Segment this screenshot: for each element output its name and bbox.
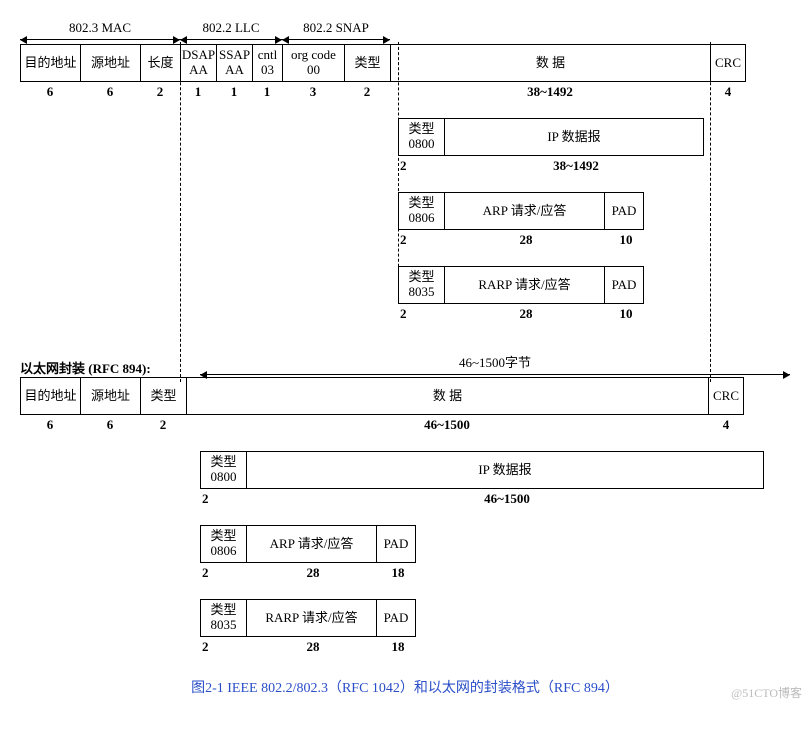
- eth-sizes: 66246~15004: [20, 415, 790, 433]
- eth-payload-field: PAD: [376, 599, 416, 637]
- eth-payload-8035: 类型 8035RARP 请求/应答PAD 22818: [200, 599, 790, 655]
- ieee-payload-size: 10: [606, 230, 646, 248]
- ieee-payload-field: ARP 请求/应答: [444, 192, 604, 230]
- ieee-payload-size: 2: [398, 230, 446, 248]
- ieee-payload-sizes: 22810: [398, 304, 790, 322]
- eth-label: 以太网封装 (RFC 894):: [20, 358, 200, 377]
- eth-payload-size: 28: [248, 637, 378, 655]
- eth-payload-0800: 类型 0800IP 数据报 246~1500: [200, 451, 790, 507]
- eth-size: 6: [80, 415, 140, 433]
- eth-payload-size: 46~1500: [248, 489, 766, 507]
- ieee-field: 源地址: [80, 44, 140, 82]
- ieee-size: 2: [344, 82, 390, 100]
- eth-field: CRC: [708, 377, 744, 415]
- eth-payload-size: 2: [200, 637, 248, 655]
- eth-size: 46~1500: [186, 415, 708, 433]
- dashed-divider-left: [180, 42, 181, 382]
- ieee-payload-8035: 类型 8035RARP 请求/应答PAD 22810: [398, 266, 790, 322]
- ieee-row: 目的地址源地址长度DSAP AASSAP AAcntl 03org code 0…: [20, 44, 790, 82]
- eth-payload-field: 类型 0800: [200, 451, 246, 489]
- ieee-size: 1: [252, 82, 282, 100]
- ieee-payload-size: 2: [398, 304, 446, 322]
- ieee-size: 1: [216, 82, 252, 100]
- eth-payload-sizes: 22818: [200, 637, 790, 655]
- dashed-divider-mid: [398, 42, 399, 297]
- watermark: @51CTO博客: [731, 684, 802, 701]
- eth-payload-size: 18: [378, 637, 418, 655]
- ieee-section-headers: 802.3 MAC 802.2 LLC 802.2 SNAP: [20, 20, 790, 42]
- section-snap: 802.2 SNAP: [282, 20, 390, 42]
- eth-field: 目的地址: [20, 377, 80, 415]
- ieee-field: 长度: [140, 44, 180, 82]
- eth-payload-size: 2: [200, 489, 248, 507]
- section-llc: 802.2 LLC: [180, 20, 282, 42]
- eth-payload-row: 类型 8035RARP 请求/应答PAD: [200, 599, 790, 637]
- figure-caption: 图2-1 IEEE 802.2/802.3（RFC 1042）和以太网的封装格式…: [20, 677, 790, 697]
- ieee-field: 目的地址: [20, 44, 80, 82]
- ieee-payload-field: 类型 0800: [398, 118, 444, 156]
- eth-payload-sizes: 22818: [200, 563, 790, 581]
- ieee-size: 6: [80, 82, 140, 100]
- eth-payload-row: 类型 0800IP 数据报: [200, 451, 790, 489]
- eth-field: 源地址: [80, 377, 140, 415]
- eth-payload-sizes: 246~1500: [200, 489, 790, 507]
- ieee-payload-0800: 类型 0800IP 数据报 238~1492: [398, 118, 790, 174]
- eth-size: 4: [708, 415, 744, 433]
- eth-field: 数 据: [186, 377, 708, 415]
- eth-row: 目的地址源地址类型数 据CRC: [20, 377, 790, 415]
- eth-size: 6: [20, 415, 80, 433]
- ieee-payload-field: 类型 0806: [398, 192, 444, 230]
- ieee-size: 2: [140, 82, 180, 100]
- ieee-payload-0806: 类型 0806ARP 请求/应答PAD 22810: [398, 192, 790, 248]
- ieee-payload-size: 38~1492: [446, 156, 706, 174]
- ieee-sizes: 6621113238~14924: [20, 82, 790, 100]
- ieee-payload-row: 类型 0800IP 数据报: [398, 118, 790, 156]
- ieee-payload-row: 类型 0806ARP 请求/应答PAD: [398, 192, 790, 230]
- ieee-payload-field: PAD: [604, 192, 644, 230]
- section-mac: 802.3 MAC: [20, 20, 180, 42]
- ieee-field: DSAP AA: [180, 44, 216, 82]
- ieee-payload-size: 28: [446, 304, 606, 322]
- dashed-divider-right: [710, 42, 711, 382]
- ieee-payload-size: 10: [606, 304, 646, 322]
- eth-payload-field: ARP 请求/应答: [246, 525, 376, 563]
- eth-payload-field: 类型 8035: [200, 599, 246, 637]
- eth-payload-field: IP 数据报: [246, 451, 764, 489]
- ieee-payload-sizes: 238~1492: [398, 156, 790, 174]
- ieee-payload-field: IP 数据报: [444, 118, 704, 156]
- ieee-payload-size: 2: [398, 156, 446, 174]
- ieee-size: 38~1492: [390, 82, 710, 100]
- ieee-payload-field: RARP 请求/应答: [444, 266, 604, 304]
- eth-field: 类型: [140, 377, 186, 415]
- ieee-field: cntl 03: [252, 44, 282, 82]
- eth-payload-size: 28: [248, 563, 378, 581]
- ieee-field: org code 00: [282, 44, 344, 82]
- eth-payload-field: PAD: [376, 525, 416, 563]
- ieee-payload-field: PAD: [604, 266, 644, 304]
- ieee-field: 类型: [344, 44, 390, 82]
- ieee-payload-field: 类型 8035: [398, 266, 444, 304]
- ieee-field: SSAP AA: [216, 44, 252, 82]
- eth-data-span: 46~1500字节: [200, 352, 790, 377]
- eth-payload-field: 类型 0806: [200, 525, 246, 563]
- eth-payload-size: 2: [200, 563, 248, 581]
- ieee-field: CRC: [710, 44, 746, 82]
- ieee-size: 4: [710, 82, 746, 100]
- ieee-payload-row: 类型 8035RARP 请求/应答PAD: [398, 266, 790, 304]
- ieee-field: 数 据: [390, 44, 710, 82]
- ieee-payload-sizes: 22810: [398, 230, 790, 248]
- ieee-size: 6: [20, 82, 80, 100]
- eth-payload-0806: 类型 0806ARP 请求/应答PAD 22818: [200, 525, 790, 581]
- eth-payload-field: RARP 请求/应答: [246, 599, 376, 637]
- eth-payload-row: 类型 0806ARP 请求/应答PAD: [200, 525, 790, 563]
- ieee-size: 1: [180, 82, 216, 100]
- ieee-payload-size: 28: [446, 230, 606, 248]
- eth-size: 2: [140, 415, 186, 433]
- eth-payload-size: 18: [378, 563, 418, 581]
- ieee-size: 3: [282, 82, 344, 100]
